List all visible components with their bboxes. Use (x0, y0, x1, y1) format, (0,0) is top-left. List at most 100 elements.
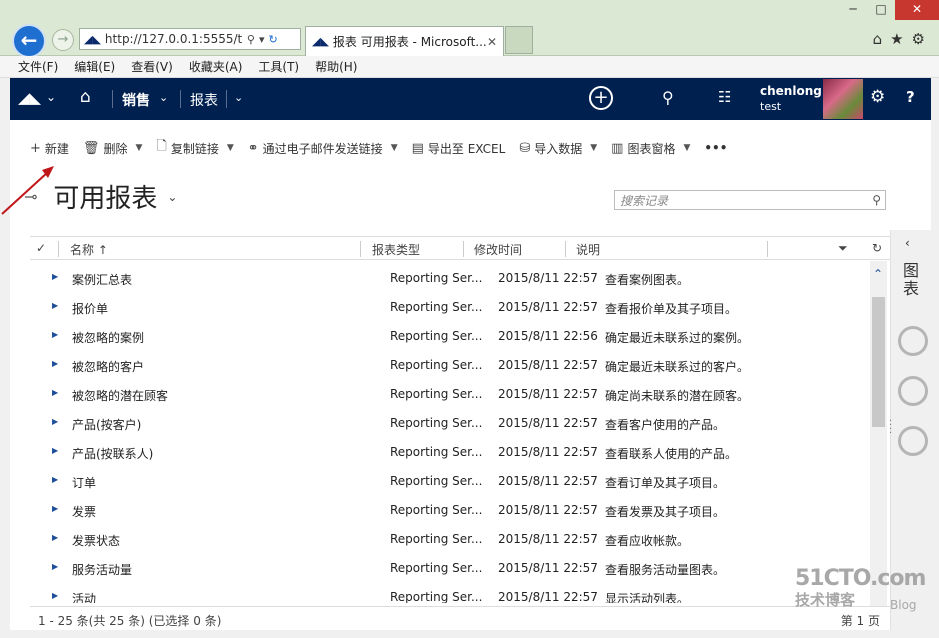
report-name[interactable]: 报价单 (72, 300, 108, 317)
chevron-down-icon[interactable]: ▼ (135, 143, 142, 153)
home-icon[interactable]: ⌂ (873, 30, 883, 48)
expand-icon[interactable]: ▶ (52, 475, 58, 484)
home-icon[interactable]: ⌂ (80, 87, 91, 107)
chevron-down-icon[interactable]: ⌄ (46, 90, 56, 104)
table-row[interactable]: ▶ 产品(按客户) Reporting Ser... 2015/8/11 22:57 查… (30, 408, 866, 437)
address-url[interactable]: http://127.0.0.1:5555/test (105, 32, 243, 46)
report-name[interactable]: 被忽略的潜在顾客 (72, 387, 168, 404)
menu-edit[interactable]: 编辑(E) (74, 58, 115, 75)
back-button[interactable]: ← (12, 24, 46, 58)
table-row[interactable]: ▶ 产品(按联系人) Reporting Ser... 2015/8/11 22:57… (30, 437, 866, 466)
report-name[interactable]: 被忽略的案例 (72, 329, 144, 346)
report-name[interactable]: 活动 (72, 590, 96, 603)
scroll-up-icon[interactable]: ⌃ (873, 267, 883, 281)
copy-link-button[interactable]: 🗋 复制链接 ▼ (156, 137, 233, 159)
nav-area-sales[interactable]: 销售 (122, 90, 150, 110)
menu-file[interactable]: 文件(F) (18, 58, 58, 75)
report-name[interactable]: 被忽略的客户 (72, 358, 144, 375)
refresh-icon[interactable]: ↻ (872, 241, 882, 255)
tab-close-icon[interactable]: ✕ (487, 35, 497, 49)
maximize-button[interactable]: □ (867, 0, 895, 20)
report-name[interactable]: 发票状态 (72, 532, 120, 549)
expand-icon[interactable]: ▶ (52, 301, 58, 310)
more-commands-button[interactable]: ••• (704, 141, 727, 155)
column-name[interactable]: 名称 ↑ (70, 241, 108, 258)
create-icon[interactable]: + (589, 86, 613, 110)
column-description[interactable]: 说明 (576, 241, 600, 258)
vertical-scrollbar[interactable]: ⌃ (870, 261, 887, 606)
chart-pane-button[interactable]: ▥ 图表窗格 ▼ (611, 140, 690, 157)
export-excel-button[interactable]: ▤ 导出至 EXCEL (412, 140, 506, 157)
report-name[interactable]: 产品(按联系人) (72, 445, 153, 462)
table-row[interactable]: ▶ 发票状态 Reporting Ser... 2015/8/11 22:57 查看应收… (30, 524, 866, 553)
avatar[interactable] (823, 79, 863, 119)
table-row[interactable]: ▶ 发票 Reporting Ser... 2015/8/11 22:57 查看发票及其… (30, 495, 866, 524)
refresh-icon[interactable]: ↻ (269, 33, 278, 46)
delete-button[interactable]: 🗑 删除 ▼ (83, 140, 142, 157)
table-row[interactable]: ▶ 被忽略的案例 Reporting Ser... 2015/8/11 22:56 确定… (30, 321, 866, 350)
select-all-checkbox[interactable]: ✓ (36, 241, 46, 255)
column-report-type[interactable]: 报表类型 (372, 241, 420, 258)
nav-entity-reports[interactable]: 报表 (190, 90, 218, 110)
menu-favorites[interactable]: 收藏夹(A) (189, 58, 243, 75)
search-icon[interactable]: ⚲ (247, 33, 255, 46)
report-name[interactable]: 发票 (72, 503, 96, 520)
import-data-button[interactable]: ⛁ 导入数据 ▼ (519, 140, 597, 157)
email-link-button[interactable]: ⚭ 通过电子邮件发送链接 ▼ (248, 140, 398, 157)
new-tab-button[interactable] (505, 26, 533, 54)
pie-chart-icon[interactable] (898, 376, 928, 406)
table-row[interactable]: ▶ 订单 Reporting Ser... 2015/8/11 22:57 查看订单及其… (30, 466, 866, 495)
dropdown-icon[interactable]: ▾ (259, 33, 265, 46)
chevron-down-icon[interactable]: ⌄ (234, 91, 243, 104)
resize-handle-icon[interactable]: · · · · (889, 417, 892, 439)
column-chart-icon[interactable] (898, 326, 928, 356)
column-modified-on[interactable]: 修改时间 (474, 241, 522, 258)
advanced-find-icon[interactable]: ☷ (718, 88, 731, 106)
scroll-thumb[interactable] (872, 297, 885, 427)
report-name[interactable]: 服务活动量 (72, 561, 132, 578)
report-name[interactable]: 产品(按客户) (72, 416, 141, 433)
table-row[interactable]: ▶ 案例汇总表 Reporting Ser... 2015/8/11 22:57 查看案… (30, 263, 866, 292)
expand-icon[interactable]: ▶ (52, 388, 58, 397)
expand-icon[interactable]: ▶ (52, 533, 58, 542)
menu-tools[interactable]: 工具(T) (258, 58, 299, 75)
expand-icon[interactable]: ▶ (52, 504, 58, 513)
help-icon[interactable]: ? (906, 88, 915, 106)
expand-icon[interactable]: ▶ (52, 330, 58, 339)
line-chart-icon[interactable] (898, 426, 928, 456)
browser-tab[interactable]: ◢◣ 报表 可用报表 - Microsoft... ✕ (305, 26, 504, 56)
expand-icon[interactable]: ▶ (52, 446, 58, 455)
table-row[interactable]: ▶ 被忽略的潜在顾客 Reporting Ser... 2015/8/11 22:57… (30, 379, 866, 408)
report-name[interactable]: 案例汇总表 (72, 271, 132, 288)
favorites-icon[interactable]: ★ (890, 30, 903, 48)
minimize-button[interactable]: ─ (839, 0, 867, 20)
filter-icon[interactable]: ⏷ (838, 241, 848, 256)
settings-gear-icon[interactable]: ⚙ (870, 87, 885, 107)
chevron-down-icon[interactable]: ▼ (590, 143, 597, 153)
chevron-down-icon[interactable]: ▼ (391, 143, 398, 153)
expand-icon[interactable]: ▶ (52, 272, 58, 281)
user-info[interactable]: chenlong test (760, 84, 822, 114)
table-row[interactable]: ▶ 被忽略的客户 Reporting Ser... 2015/8/11 22:57 确定… (30, 350, 866, 379)
menu-view[interactable]: 查看(V) (131, 58, 173, 75)
table-row[interactable]: ▶ 报价单 Reporting Ser... 2015/8/11 22:57 查看报价单… (30, 292, 866, 321)
close-button[interactable]: ✕ (895, 0, 939, 20)
view-selector-chevron-icon[interactable]: ⌄ (167, 190, 177, 204)
search-icon[interactable]: ⚲ (662, 88, 674, 107)
search-icon[interactable]: ⚲ (872, 193, 881, 207)
report-name[interactable]: 订单 (72, 474, 96, 491)
address-bar[interactable]: ◢◣ http://127.0.0.1:5555/test ⚲ ▾ ↻ (79, 28, 301, 50)
search-input[interactable]: 搜索记录 ⚲ (614, 190, 886, 210)
expand-icon[interactable]: ▶ (52, 359, 58, 368)
forward-button[interactable]: → (52, 29, 74, 51)
expand-icon[interactable]: ▶ (52, 562, 58, 571)
chevron-down-icon[interactable]: ▼ (227, 143, 234, 153)
chart-pane-label[interactable]: 图表 (903, 262, 921, 298)
crm-logo-icon[interactable]: ◢◣ (18, 89, 41, 107)
expand-icon[interactable]: ▶ (52, 417, 58, 426)
chevron-down-icon[interactable]: ⌄ (159, 91, 168, 104)
settings-gear-icon[interactable]: ⚙ (912, 30, 925, 48)
expand-icon[interactable]: ▶ (52, 591, 58, 600)
table-row[interactable]: ▶ 服务活动量 Reporting Ser... 2015/8/11 22:57 查看服… (30, 553, 866, 582)
chevron-left-icon[interactable]: ‹ (905, 236, 910, 250)
